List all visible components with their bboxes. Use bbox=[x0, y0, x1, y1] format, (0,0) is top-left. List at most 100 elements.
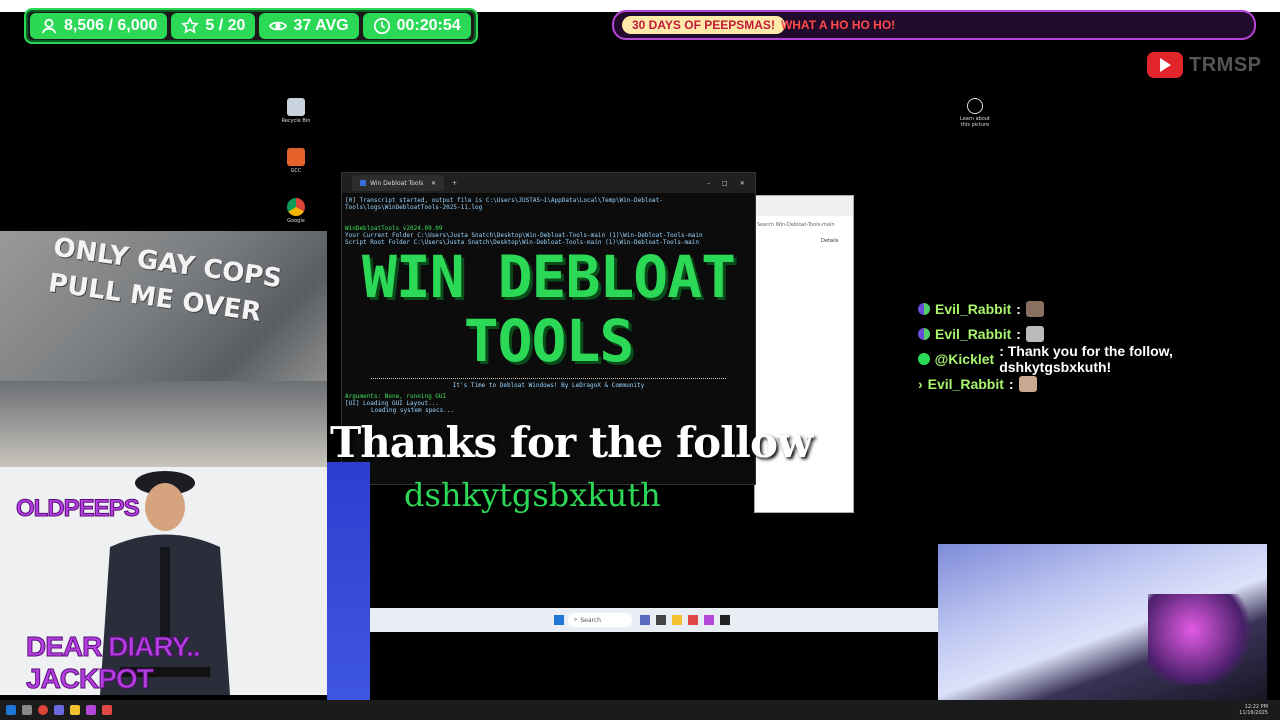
room-light bbox=[1148, 594, 1258, 684]
desktop-icon-label: Learn about this picture bbox=[960, 116, 990, 128]
stream-stats-bar: 8,506 / 6,000 5 / 20 37 AVG 00:20:54 bbox=[24, 8, 478, 44]
new-tab-icon[interactable]: + bbox=[452, 180, 457, 187]
follow-alert-title: Thanks for the follow bbox=[330, 418, 813, 467]
search-label: Search bbox=[580, 616, 601, 624]
banner-subtitle: WHAT A HO HO HO! bbox=[780, 18, 896, 32]
youtube-icon bbox=[1147, 52, 1183, 78]
terminal-tabbar: Win Debloat Tools ✕ + – □ ✕ bbox=[342, 173, 755, 193]
maximize-icon[interactable]: □ bbox=[722, 180, 728, 187]
explorer-titlebar bbox=[755, 196, 853, 216]
chat-message: Evil_Rabbit : bbox=[918, 296, 1280, 321]
terminal-line: Your Current Folder C:\Users\Justa Snatc… bbox=[345, 232, 703, 239]
event-banner: 30 DAYS OF PEEPSMAS! WHAT A HO HO HO! bbox=[612, 10, 1256, 40]
meme-top-caption: OLDPEEPS bbox=[16, 495, 141, 523]
desktop-icon-label: Google bbox=[287, 218, 305, 224]
desktop-icon-label: GCC bbox=[290, 168, 302, 174]
close-window-icon[interactable]: ✕ bbox=[740, 180, 745, 187]
folder-icon[interactable] bbox=[70, 705, 80, 715]
search-icon: ⌕ bbox=[574, 616, 578, 623]
remote-taskbar: ⌕ Search bbox=[370, 608, 940, 632]
verified-icon bbox=[918, 352, 930, 365]
taskbar-app-icon[interactable] bbox=[704, 615, 714, 625]
terminal-tagline: It's Time to Debloat Windows! By LeDrago… bbox=[452, 382, 645, 389]
taskbar-app-icon[interactable] bbox=[22, 705, 32, 715]
explorer-search[interactable]: Search Win-Debloat-Tools-main bbox=[755, 216, 853, 234]
chat-panel: Evil_Rabbit : Evil_Rabbit : @Kicklet : T… bbox=[918, 296, 1280, 396]
system-clock[interactable]: 12:22 PM 11/16/2025 bbox=[1239, 704, 1268, 716]
host-taskbar: 12:22 PM 11/16/2025 bbox=[0, 700, 1280, 720]
minimize-icon[interactable]: – bbox=[707, 180, 710, 187]
camera-icon bbox=[967, 98, 983, 114]
subs-stat: 5 / 20 bbox=[171, 13, 256, 39]
taskbar-app-icon[interactable] bbox=[640, 615, 650, 625]
gcc-desktop-icon[interactable]: GCC bbox=[276, 148, 316, 174]
meme-cop-image: OLDPEEPS DEAR DIARY.. JACKPOT bbox=[0, 467, 327, 695]
arrow-icon: › bbox=[918, 375, 923, 392]
terminal-tab[interactable]: Win Debloat Tools ✕ bbox=[352, 175, 444, 191]
taskbar-app-icon[interactable] bbox=[102, 705, 112, 715]
ascii-title-line1: WIN DEBLOAT bbox=[361, 243, 736, 311]
terminal-line: Arguments: None, running GUI bbox=[345, 393, 447, 400]
emote-icon bbox=[1025, 300, 1044, 317]
terminal-line: [0] Transcript started, output file is C… bbox=[345, 197, 663, 211]
chrome-desktop-icon[interactable]: Google bbox=[276, 198, 316, 224]
blue-background-area bbox=[327, 462, 370, 700]
taskbar-search[interactable]: ⌕ Search bbox=[568, 613, 632, 627]
chat-text: : bbox=[1008, 375, 1014, 392]
chat-text: : Thank you for the follow, dshkytgsbxku… bbox=[999, 342, 1173, 375]
recycle-bin-desktop-icon[interactable]: Recycle Bin bbox=[276, 98, 316, 124]
ascii-title-line2: TOOLS bbox=[463, 307, 635, 375]
youtube-brand: TRMSP bbox=[1147, 52, 1262, 78]
chat-text: : bbox=[1016, 325, 1021, 342]
emote-icon bbox=[1025, 325, 1044, 342]
chat-text: : bbox=[1016, 300, 1021, 317]
details-button[interactable]: Details bbox=[755, 234, 853, 244]
star-icon bbox=[181, 17, 200, 34]
powershell-icon bbox=[360, 180, 366, 186]
taskbar-app-icon[interactable] bbox=[86, 705, 96, 715]
viewers-value: 37 AVG bbox=[293, 17, 349, 34]
spotlight-desktop-icon[interactable]: Learn about this picture bbox=[955, 98, 995, 128]
folder-icon[interactable] bbox=[672, 615, 682, 625]
tab-label: Win Debloat Tools bbox=[370, 179, 424, 187]
recycle-bin-icon bbox=[287, 98, 305, 116]
terminal-line: [UI] Loading GUI Layout... bbox=[345, 400, 439, 407]
windows-start-icon[interactable] bbox=[554, 615, 564, 625]
uptime-stat: 00:20:54 bbox=[362, 13, 471, 39]
terminal-line: Loading system specs... bbox=[371, 407, 455, 414]
uptime-value: 00:20:54 bbox=[396, 17, 461, 34]
gcc-icon bbox=[287, 148, 305, 166]
meme-bottom-caption: DEAR DIARY.. JACKPOT bbox=[26, 631, 202, 695]
terminal-taskbar-icon[interactable] bbox=[720, 615, 730, 625]
taskbar-app-icon[interactable] bbox=[656, 615, 666, 625]
close-tab-icon[interactable]: ✕ bbox=[431, 180, 436, 187]
bumper-sticker-text: ONLY GAY COPS PULL ME OVER bbox=[46, 232, 284, 328]
chat-username: Evil_Rabbit bbox=[935, 300, 1012, 317]
chat-username: Evil_Rabbit bbox=[927, 375, 1004, 392]
meme-car-photo: ONLY GAY COPS PULL ME OVER bbox=[0, 231, 327, 467]
taskbar-app-icon[interactable] bbox=[54, 705, 64, 715]
followers-stat: 8,506 / 6,000 bbox=[30, 13, 168, 39]
subs-value: 5 / 20 bbox=[205, 17, 246, 34]
badge-icon bbox=[918, 327, 930, 340]
chat-username: @Kicklet bbox=[934, 350, 995, 367]
chat-username: Evil_Rabbit bbox=[935, 325, 1012, 342]
user-icon bbox=[41, 18, 57, 34]
taskbar-app-icon[interactable] bbox=[688, 615, 698, 625]
car-body bbox=[0, 381, 327, 467]
terminal-line: WinDebloatTools v2024.09.09 bbox=[345, 225, 443, 232]
chrome-taskbar-icon[interactable] bbox=[38, 705, 48, 715]
chrome-icon bbox=[287, 198, 305, 216]
emote-icon bbox=[1018, 375, 1037, 392]
banner-title: 30 DAYS OF PEEPSMAS! bbox=[622, 16, 785, 34]
windows-start-icon[interactable] bbox=[6, 705, 16, 715]
eye-icon bbox=[269, 21, 288, 31]
viewers-stat: 37 AVG bbox=[259, 13, 359, 39]
desktop-icon-label: Recycle Bin bbox=[281, 118, 311, 124]
clock-date: 11/16/2025 bbox=[1239, 710, 1268, 716]
terminal-output: [0] Transcript started, output file is C… bbox=[342, 193, 755, 418]
clock-icon bbox=[373, 17, 390, 35]
divider bbox=[371, 378, 726, 379]
followers-value: 8,506 / 6,000 bbox=[64, 17, 158, 34]
follow-alert-username: dshkytgsbxkuth bbox=[404, 476, 661, 514]
